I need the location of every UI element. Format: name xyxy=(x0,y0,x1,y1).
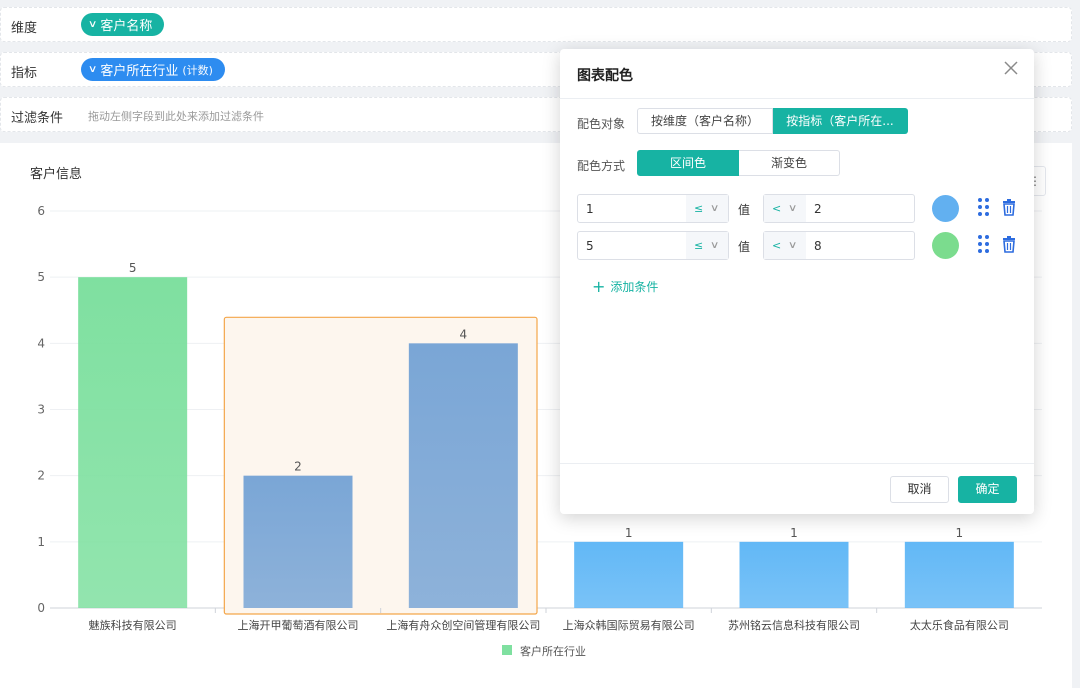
condition-from-input[interactable]: 1 ≤ ∨ xyxy=(577,194,729,223)
plus-icon: + xyxy=(592,276,606,296)
y-tick-label: 5 xyxy=(37,270,45,284)
indicator-pill-sub: (计数) xyxy=(182,63,213,77)
chevron-down-icon: ∨ xyxy=(709,240,720,251)
y-tick-label: 4 xyxy=(37,336,45,350)
indicator-pill[interactable]: ∨ 客户所在行业 (计数) xyxy=(81,58,225,81)
y-tick-label: 3 xyxy=(37,403,45,417)
bar xyxy=(243,475,353,608)
filter-label: 过滤条件 xyxy=(11,111,64,126)
y-tick-label: 1 xyxy=(37,535,45,549)
operator-symbol: < xyxy=(772,239,782,252)
condition-to-value: 2 xyxy=(814,202,822,216)
trash-icon[interactable] xyxy=(1002,236,1016,253)
dimension-row: 维度 ∨ 客户名称 xyxy=(0,7,1072,42)
condition-to-input[interactable]: < ∨ 8 xyxy=(763,231,915,260)
x-tick-label: 苏州铭云信息科技有限公司 xyxy=(728,618,860,632)
condition-from-value: 5 xyxy=(586,239,594,253)
data-label: 1 xyxy=(790,526,798,540)
x-tick-label: 上海有舟众创空间管理有限公司 xyxy=(386,618,540,632)
color-target-by-dimension[interactable]: 按维度（客户名称） xyxy=(637,108,773,134)
bar xyxy=(739,541,849,608)
operator-symbol: < xyxy=(772,202,782,215)
chevron-down-icon: ∨ xyxy=(87,64,98,75)
y-tick-label: 6 xyxy=(37,204,45,218)
y-tick-label: 0 xyxy=(37,601,45,615)
data-label: 2 xyxy=(294,460,302,474)
dialog-footer-divider xyxy=(560,463,1034,464)
drag-handle-icon[interactable] xyxy=(978,235,990,253)
condition-row: 5 ≤ ∨ 值 < ∨ 8 xyxy=(577,231,1017,260)
close-icon[interactable] xyxy=(1002,61,1020,79)
ok-button[interactable]: 确定 xyxy=(958,476,1017,503)
data-label: 1 xyxy=(625,526,633,540)
bar xyxy=(574,541,684,608)
filter-hint: 拖动左侧字段到此处来添加过滤条件 xyxy=(88,110,264,123)
color-mode-toggle: 区间色 渐变色 xyxy=(637,150,840,176)
x-tick-label: 上海众韩国际贸易有限公司 xyxy=(563,618,695,632)
chevron-down-icon: ∨ xyxy=(787,203,798,214)
color-target-toggle: 按维度（客户名称） 按指标（客户所在... xyxy=(637,108,908,134)
bar xyxy=(408,343,518,608)
chevron-down-icon: ∨ xyxy=(709,203,720,214)
color-config-dialog: 图表配色 配色对象 按维度（客户名称） 按指标（客户所在... 配色方式 区间色… xyxy=(560,49,1034,514)
y-tick-label: 2 xyxy=(37,469,45,483)
condition-from-input[interactable]: 5 ≤ ∨ xyxy=(577,231,729,260)
chevron-down-icon: ∨ xyxy=(87,19,98,30)
bar xyxy=(78,277,188,608)
operator-symbol: ≤ xyxy=(694,202,704,215)
operator-select[interactable]: ≤ xyxy=(686,195,728,222)
dimension-pill[interactable]: ∨ 客户名称 xyxy=(81,13,165,36)
add-condition-label: 添加条件 xyxy=(610,280,659,294)
indicator-label: 指标 xyxy=(11,66,38,81)
bar xyxy=(904,541,1014,608)
condition-to-value: 8 xyxy=(814,239,822,253)
x-tick-label: 上海开甲葡萄酒有限公司 xyxy=(238,618,359,632)
condition-row: 1 ≤ ∨ 值 < ∨ 2 xyxy=(577,194,1017,223)
value-label: 值 xyxy=(738,203,751,217)
dimension-pill-label: 客户名称 xyxy=(100,19,153,34)
add-condition-button[interactable]: + 添加条件 xyxy=(592,278,658,295)
chevron-down-icon: ∨ xyxy=(787,240,798,251)
cancel-button[interactable]: 取消 xyxy=(890,476,949,503)
x-tick-label: 太太乐食品有限公司 xyxy=(910,618,1009,632)
trash-icon[interactable] xyxy=(1002,199,1016,216)
data-label: 1 xyxy=(956,526,964,540)
color-swatch[interactable] xyxy=(932,195,959,222)
operator-symbol: ≤ xyxy=(694,239,704,252)
color-swatch[interactable] xyxy=(932,232,959,259)
color-target-by-indicator[interactable]: 按指标（客户所在... xyxy=(773,108,908,134)
operator-select[interactable]: < xyxy=(764,195,806,222)
condition-from-value: 1 xyxy=(586,202,594,216)
operator-select[interactable]: < xyxy=(764,232,806,259)
color-mode-interval[interactable]: 区间色 xyxy=(637,150,739,176)
color-mode-gradient[interactable]: 渐变色 xyxy=(739,150,840,176)
dialog-title: 图表配色 xyxy=(577,68,633,84)
chart-title: 客户信息 xyxy=(30,167,83,182)
color-mode-label: 配色方式 xyxy=(577,159,626,173)
value-label: 值 xyxy=(738,240,751,254)
legend-label: 客户所在行业 xyxy=(520,644,586,658)
condition-to-input[interactable]: < ∨ 2 xyxy=(763,194,915,223)
indicator-pill-label: 客户所在行业 xyxy=(100,64,179,79)
legend-swatch xyxy=(502,645,512,655)
dimension-label: 维度 xyxy=(11,21,38,36)
data-label: 5 xyxy=(129,261,137,275)
x-tick-label: 魅族科技有限公司 xyxy=(89,618,177,632)
drag-handle-icon[interactable] xyxy=(978,198,990,216)
data-label: 4 xyxy=(460,327,468,341)
operator-select[interactable]: ≤ xyxy=(686,232,728,259)
color-target-label: 配色对象 xyxy=(577,117,626,131)
dialog-divider xyxy=(560,98,1034,99)
